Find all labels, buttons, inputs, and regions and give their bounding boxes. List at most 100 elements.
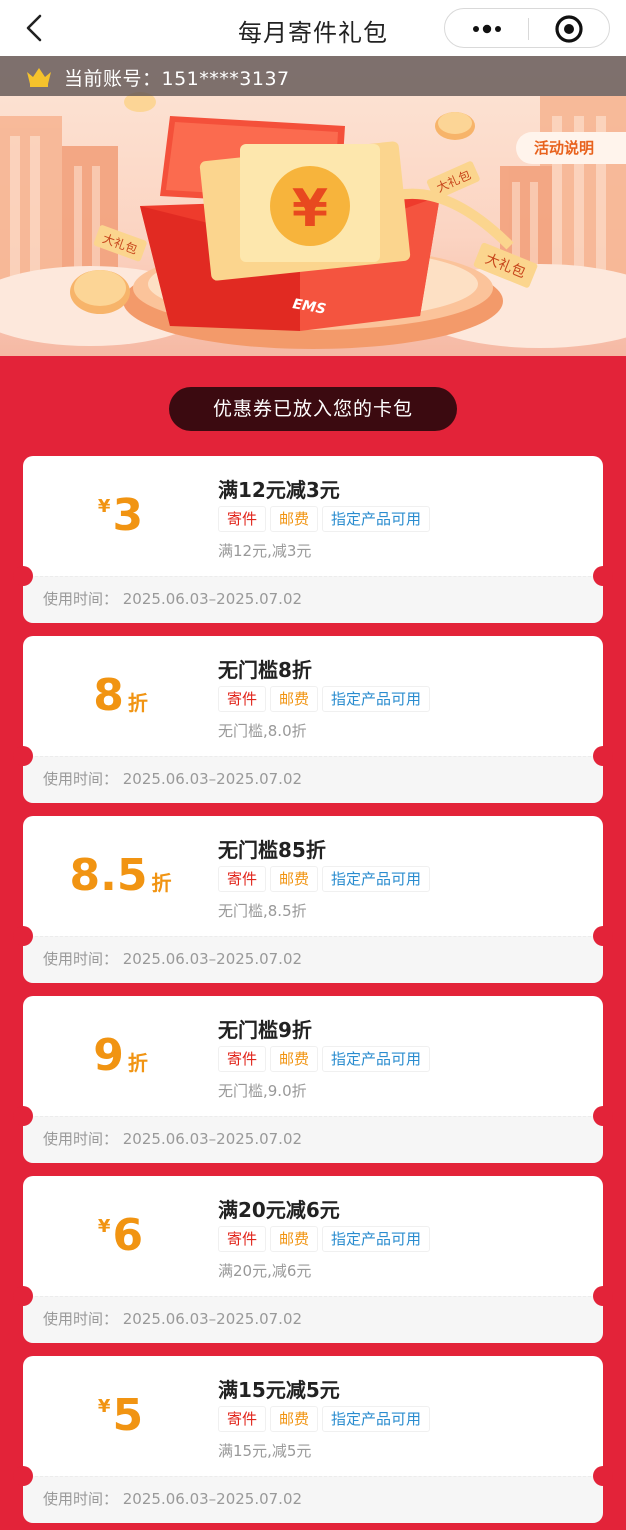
activity-rules-button[interactable]: 活动说明 xyxy=(516,132,626,164)
coupon-value: 8.5 xyxy=(69,850,148,901)
coupon-tag: 寄件 xyxy=(218,506,267,532)
coupon-tags: 寄件 邮费 指定产品可用 xyxy=(218,686,434,712)
coupon-footer: 使用时间： 2025.06.03–2025.07.02 xyxy=(23,576,603,623)
coupon-card[interactable]: 8.5 折无门槛85折 寄件 邮费 指定产品可用 无门槛,8.5折 使用时间： 2025.0… xyxy=(13,816,613,983)
coupon-divider xyxy=(35,1116,591,1117)
coupon-footer: 使用时间： 2025.06.03–2025.07.02 xyxy=(23,756,603,803)
coupon-tag: 邮费 xyxy=(270,506,319,532)
coupon-tags: 寄件 邮费 指定产品可用 xyxy=(218,506,434,532)
coupon-tag: 邮费 xyxy=(270,866,319,892)
coupon-notch-right xyxy=(593,1286,613,1306)
coupon-notch-left xyxy=(13,1466,33,1486)
account-number: 当前账号：151****3137 xyxy=(64,68,290,90)
coupon-card[interactable]: ¥3 满12元减3元 寄件 邮费 指定产品可用 满12元,减3元 使用时间： 2025.06… xyxy=(13,456,613,623)
coupon-validity: 使用时间： 2025.06.03–2025.07.02 xyxy=(43,1310,303,1328)
coupon-card[interactable]: 8 折无门槛8折 寄件 邮费 指定产品可用 无门槛,8.0折 使用时间： 2025.06.0… xyxy=(13,636,613,803)
more-dots-icon[interactable] xyxy=(467,9,507,49)
target-circle-icon[interactable] xyxy=(553,13,585,45)
coupon-divider xyxy=(35,1476,591,1477)
currency-symbol: ¥ xyxy=(97,1216,111,1237)
coupon-description: 满12元,减3元 xyxy=(218,542,312,560)
coupon-divider xyxy=(35,936,591,937)
coupon-amount: ¥3 xyxy=(23,484,218,548)
coupon-validity: 使用时间： 2025.06.03–2025.07.02 xyxy=(43,1490,303,1508)
coupon-tag: 指定产品可用 xyxy=(322,506,431,532)
coupon-notch-right xyxy=(593,1106,613,1126)
coupon-footer: 使用时间： 2025.06.03–2025.07.02 xyxy=(23,1296,603,1343)
coupon-tag: 寄件 xyxy=(218,686,267,712)
coupon-notch-right xyxy=(593,1466,613,1486)
coupon-amount: ¥5 xyxy=(23,1384,218,1448)
coupon-title: 无门槛85折 xyxy=(218,838,326,862)
coupon-value: 3 xyxy=(112,490,144,541)
coupon-tag: 指定产品可用 xyxy=(322,866,431,892)
coupon-value: 9 xyxy=(93,1030,124,1081)
coupon-title: 满20元减6元 xyxy=(218,1198,340,1222)
coupon-amount: 9折 xyxy=(23,1024,218,1088)
coupon-tag: 寄件 xyxy=(218,1046,267,1072)
coupon-value: 8 xyxy=(93,670,124,721)
coupon-notch-left xyxy=(13,566,33,586)
coupon-notice: 优惠券已放入您的卡包 xyxy=(169,387,457,431)
discount-unit: 折 xyxy=(127,691,148,715)
gift-box-illustration: ¥ 大礼包 大礼包 大礼包 EMS xyxy=(0,92,626,349)
coupon-card[interactable]: ¥5 满15元减5元 寄件 邮费 指定产品可用 满15元,减5元 使用时间： 2025.06… xyxy=(13,1356,613,1523)
coupon-tags: 寄件 邮费 指定产品可用 xyxy=(218,1406,434,1432)
coupon-tag: 指定产品可用 xyxy=(322,1406,431,1432)
coupon-validity: 使用时间： 2025.06.03–2025.07.02 xyxy=(43,950,303,968)
coupon-amount: 8折 xyxy=(23,664,218,728)
coupon-notch-right xyxy=(593,566,613,586)
coupon-notch-left xyxy=(13,926,33,946)
coupon-notch-right xyxy=(593,746,613,766)
coupon-tag: 邮费 xyxy=(270,1406,319,1432)
coupon-footer: 使用时间： 2025.06.03–2025.07.02 xyxy=(23,1116,603,1163)
discount-unit: 折 xyxy=(151,871,172,895)
coupon-validity: 使用时间： 2025.06.03–2025.07.02 xyxy=(43,590,303,608)
coupon-amount: ¥6 xyxy=(23,1204,218,1268)
capsule-divider xyxy=(528,18,529,40)
hero-banner: ¥ 大礼包 大礼包 大礼包 EMS xyxy=(0,56,626,356)
coupon-tag: 邮费 xyxy=(270,1046,319,1072)
coupon-tags: 寄件 邮费 指定产品可用 xyxy=(218,866,434,892)
coupon-description: 无门槛,8.5折 xyxy=(218,902,307,920)
coupon-tag: 指定产品可用 xyxy=(322,1226,431,1252)
coupon-divider xyxy=(35,1296,591,1297)
currency-symbol: ¥ xyxy=(97,496,111,517)
coupon-validity: 使用时间： 2025.06.03–2025.07.02 xyxy=(43,1130,303,1148)
coupon-body: 8 折无门槛8折 寄件 邮费 指定产品可用 无门槛,8.0折 xyxy=(23,636,603,756)
coupon-card[interactable]: 9 折无门槛9折 寄件 邮费 指定产品可用 无门槛,9.0折 使用时间： 2025.06.0… xyxy=(13,996,613,1163)
coupon-description: 无门槛,8.0折 xyxy=(218,722,307,740)
coupon-footer: 使用时间： 2025.06.03–2025.07.02 xyxy=(23,936,603,983)
crown-icon xyxy=(24,64,54,88)
coupon-notch-right xyxy=(593,926,613,946)
coupon-notch-left xyxy=(13,746,33,766)
coupon-body: 9 折无门槛9折 寄件 邮费 指定产品可用 无门槛,9.0折 xyxy=(23,996,603,1116)
coupon-description: 满15元,减5元 xyxy=(218,1442,312,1460)
coupon-tags: 寄件 邮费 指定产品可用 xyxy=(218,1226,434,1252)
coupon-body: ¥6 满20元减6元 寄件 邮费 指定产品可用 满20元,减6元 xyxy=(23,1176,603,1296)
coupon-notch-left xyxy=(13,1106,33,1126)
coupon-amount: 8.5 折 xyxy=(23,844,218,908)
coupon-description: 满20元,减6元 xyxy=(218,1262,312,1280)
ticket-yen-symbol: ¥ xyxy=(292,179,328,239)
coupon-validity: 使用时间： 2025.06.03–2025.07.02 xyxy=(43,770,303,788)
coupon-title: 满12元减3元 xyxy=(218,478,340,502)
coupon-value: 6 xyxy=(112,1210,144,1261)
coupon-title: 满15元减5元 xyxy=(218,1378,340,1402)
coupon-tag: 寄件 xyxy=(218,1406,267,1432)
coupon-tag: 邮费 xyxy=(270,686,319,712)
coupon-body: ¥3 满12元减3元 寄件 邮费 指定产品可用 满12元,减3元 xyxy=(23,456,603,576)
coupon-footer: 使用时间： 2025.06.03–2025.07.02 xyxy=(23,1476,603,1523)
discount-unit: 折 xyxy=(127,1051,148,1075)
coupon-tags: 寄件 邮费 指定产品可用 xyxy=(218,1046,434,1072)
mini-program-capsule xyxy=(444,8,610,48)
currency-symbol: ¥ xyxy=(97,1396,111,1417)
coupon-tag: 邮费 xyxy=(270,1226,319,1252)
coupon-title: 无门槛8折 xyxy=(218,658,312,682)
coupon-title: 无门槛9折 xyxy=(218,1018,312,1042)
coupon-card[interactable]: ¥6 满20元减6元 寄件 邮费 指定产品可用 满20元,减6元 使用时间： 2025.06… xyxy=(13,1176,613,1343)
coupon-divider xyxy=(35,756,591,757)
coupon-notch-left xyxy=(13,1286,33,1306)
coupon-tag: 指定产品可用 xyxy=(322,1046,431,1072)
coupon-description: 无门槛,9.0折 xyxy=(218,1082,307,1100)
